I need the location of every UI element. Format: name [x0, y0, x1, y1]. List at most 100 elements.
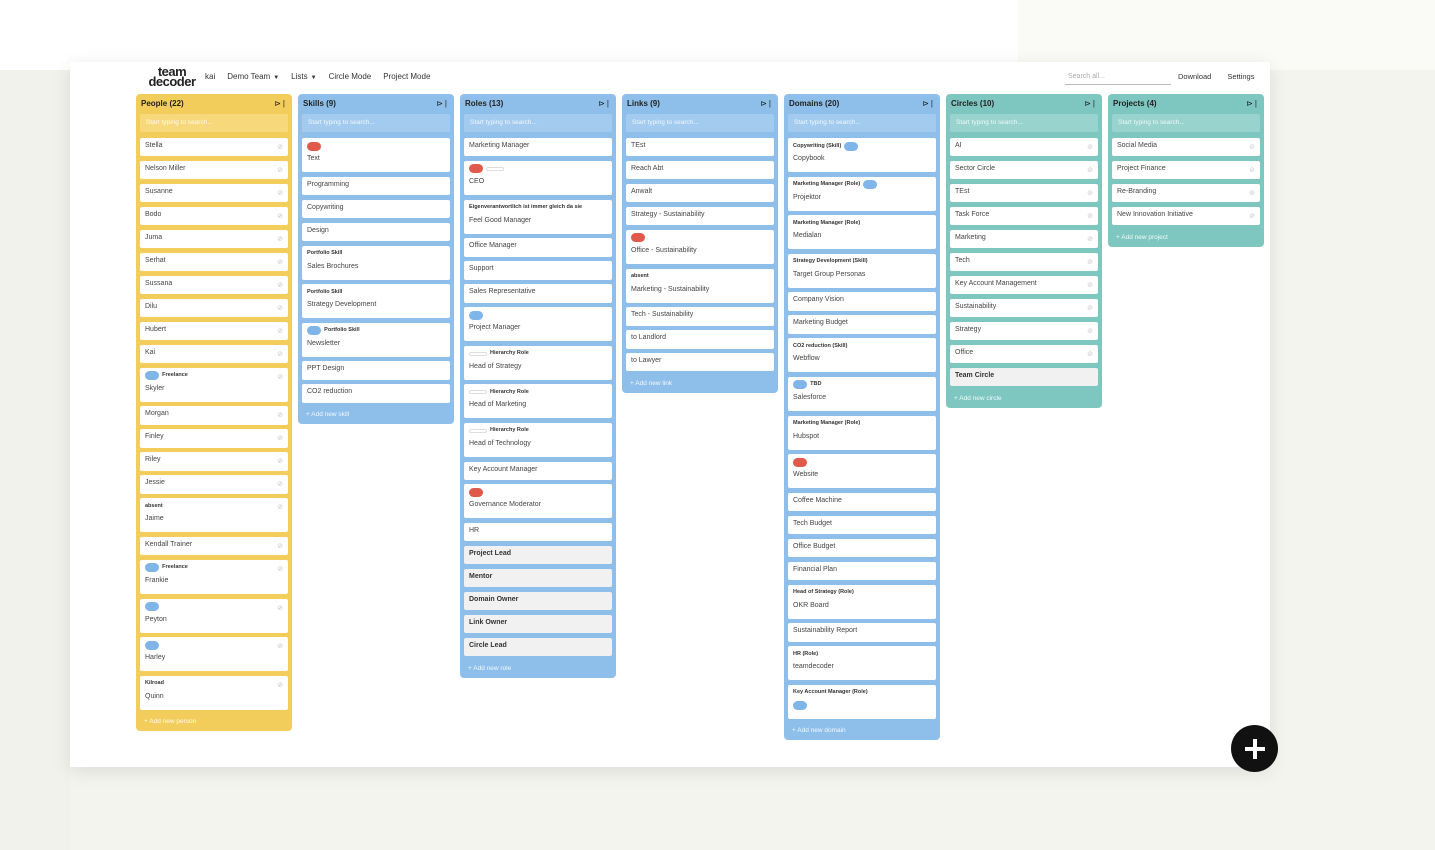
link-card[interactable]: absent Marketing - Sustainability	[626, 268, 774, 303]
edit-icon[interactable]: ⊘	[277, 212, 283, 220]
person-card[interactable]: Freelance Skyler ⊘	[140, 367, 288, 402]
team-dropdown[interactable]: Demo Team ▼	[227, 72, 279, 81]
role-card[interactable]: Eigenverantwortlich ist immer gleich da …	[464, 199, 612, 234]
edit-icon[interactable]: ⊘	[1087, 189, 1093, 197]
logo[interactable]: team decoder	[144, 65, 200, 88]
circle-card[interactable]: TEst ⊘	[950, 183, 1098, 203]
project-mode-link[interactable]: Project Mode	[383, 72, 430, 81]
domain-card[interactable]: Marketing Manager (Role) Projektor	[788, 176, 936, 211]
person-card[interactable]: Riley ⊘	[140, 452, 288, 471]
circle-card[interactable]: Task Force ⊘	[950, 206, 1098, 226]
role-card[interactable]: Project Lead	[464, 546, 612, 565]
domain-card[interactable]: Marketing Budget	[788, 315, 936, 334]
domain-card[interactable]: Website	[788, 454, 936, 489]
person-card[interactable]: Kai ⊘	[140, 344, 288, 364]
column-search-input[interactable]: Start typing to search...	[950, 114, 1098, 132]
person-card[interactable]: Susanne ⊘	[140, 183, 288, 203]
role-card[interactable]: Support	[464, 261, 612, 280]
edit-icon[interactable]: ⊘	[277, 327, 283, 335]
skill-card[interactable]: Text	[302, 138, 450, 172]
role-card[interactable]: Marketing Manager	[464, 138, 612, 157]
skill-card[interactable]: Portfolio Skill Sales Brochures	[302, 245, 450, 280]
column-search-input[interactable]: Start typing to search...	[302, 114, 450, 132]
role-card[interactable]: Sales Representative	[464, 284, 612, 303]
link-card[interactable]: TEst	[626, 138, 774, 157]
domain-card[interactable]: CO2 reduction (Skill) Webflow	[788, 338, 936, 373]
project-card[interactable]: Project Finance ⊘	[1112, 160, 1260, 180]
domain-card[interactable]: HR (Role) teamdecoder	[788, 646, 936, 681]
link-card[interactable]: Strategy - Sustainability	[626, 206, 774, 226]
edit-icon[interactable]: ⊘	[277, 434, 283, 442]
role-card[interactable]: Project Manager	[464, 307, 612, 342]
download-link[interactable]: Download	[1178, 72, 1211, 81]
circle-card[interactable]: Sector Circle ⊘	[950, 160, 1098, 180]
edit-icon[interactable]: ⊘	[1087, 143, 1093, 151]
edit-icon[interactable]: ⊘	[277, 350, 283, 358]
edit-icon[interactable]: ⊘	[1249, 212, 1255, 220]
role-card[interactable]: Hierarchy Role Head of Marketing	[464, 384, 612, 419]
person-card[interactable]: Peyton ⊘	[140, 598, 288, 633]
edit-icon[interactable]: ⊘	[277, 373, 283, 381]
edit-icon[interactable]: ⊘	[1087, 258, 1093, 266]
edit-icon[interactable]: ⊘	[277, 480, 283, 488]
skill-card[interactable]: Copywriting	[302, 199, 450, 218]
skill-card[interactable]: Portfolio Skill Newsletter	[302, 322, 450, 357]
add-role-link[interactable]: + Add new role	[464, 661, 612, 674]
edit-icon[interactable]: ⊘	[1087, 212, 1093, 220]
edit-icon[interactable]: ⊘	[277, 281, 283, 289]
edit-icon[interactable]: ⊘	[277, 189, 283, 197]
edit-icon[interactable]: ⊘	[277, 457, 283, 465]
project-card[interactable]: Social Media ⊘	[1112, 138, 1260, 157]
add-circle-link[interactable]: + Add new circle	[950, 391, 1098, 404]
skill-card[interactable]: Design	[302, 222, 450, 241]
edit-icon[interactable]: ⊘	[1087, 281, 1093, 289]
edit-icon[interactable]: ⊘	[1087, 166, 1093, 174]
project-card[interactable]: Re-Branding ⊘	[1112, 183, 1260, 203]
domain-card[interactable]: Copywriting (Skill) Copybook	[788, 138, 936, 172]
person-card[interactable]: Morgan ⊘	[140, 406, 288, 425]
skill-card[interactable]: Portfolio Skill Strategy Development	[302, 284, 450, 319]
edit-icon[interactable]: ⊘	[277, 258, 283, 266]
user-menu[interactable]: kai	[205, 72, 215, 81]
domain-card[interactable]: Coffee Machine	[788, 492, 936, 512]
edit-icon[interactable]: ⊘	[1249, 143, 1255, 151]
circle-card[interactable]: Sustainability ⊘	[950, 298, 1098, 318]
link-card[interactable]: to Lawyer	[626, 353, 774, 372]
role-card[interactable]: Domain Owner	[464, 592, 612, 611]
skill-card[interactable]: CO2 reduction	[302, 384, 450, 403]
circle-card[interactable]: Strategy ⊘	[950, 321, 1098, 341]
pin-icon[interactable]: ⊳|	[274, 99, 287, 108]
edit-icon[interactable]: ⊘	[1087, 235, 1093, 243]
role-card[interactable]: HR	[464, 523, 612, 542]
role-card[interactable]: Circle Lead	[464, 638, 612, 657]
role-card[interactable]: CEO	[464, 160, 612, 195]
person-card[interactable]: Serhat ⊘	[140, 252, 288, 272]
role-card[interactable]: Key Account Manager	[464, 461, 612, 480]
domain-card[interactable]: TBD Salesforce	[788, 376, 936, 411]
person-card[interactable]: Nelson Miller ⊘	[140, 160, 288, 180]
circle-card[interactable]: Marketing ⊘	[950, 229, 1098, 249]
edit-icon[interactable]: ⊘	[277, 542, 283, 550]
role-card[interactable]: Hierarchy Role Head of Strategy	[464, 345, 612, 380]
domain-card[interactable]: Marketing Manager (Role) Hubspot	[788, 415, 936, 450]
pin-icon[interactable]: ⊳|	[760, 99, 773, 108]
edit-icon[interactable]: ⊘	[277, 565, 283, 573]
settings-link[interactable]: Settings	[1227, 72, 1254, 81]
circle-card[interactable]: Key Account Management ⊘	[950, 275, 1098, 295]
person-card[interactable]: Freelance Frankie ⊘	[140, 559, 288, 594]
link-card[interactable]: Tech - Sustainability	[626, 307, 774, 326]
domain-card[interactable]: Tech Budget	[788, 515, 936, 535]
person-card[interactable]: Kilroad Quinn ⊘	[140, 675, 288, 710]
edit-icon[interactable]: ⊘	[1087, 350, 1093, 358]
lists-dropdown[interactable]: Lists ▼	[291, 72, 316, 81]
edit-icon[interactable]: ⊘	[277, 166, 283, 174]
column-search-input[interactable]: Start typing to search...	[626, 114, 774, 132]
link-card[interactable]: Office - Sustainability	[626, 229, 774, 264]
column-search-input[interactable]: Start typing to search...	[788, 114, 936, 132]
person-card[interactable]: Dilu ⊘	[140, 298, 288, 318]
person-card[interactable]: Kendall Trainer ⊘	[140, 536, 288, 556]
column-search-input[interactable]: Start typing to search...	[1112, 114, 1260, 132]
edit-icon[interactable]: ⊘	[277, 503, 283, 511]
circle-mode-link[interactable]: Circle Mode	[329, 72, 372, 81]
person-card[interactable]: Bodo ⊘	[140, 206, 288, 226]
